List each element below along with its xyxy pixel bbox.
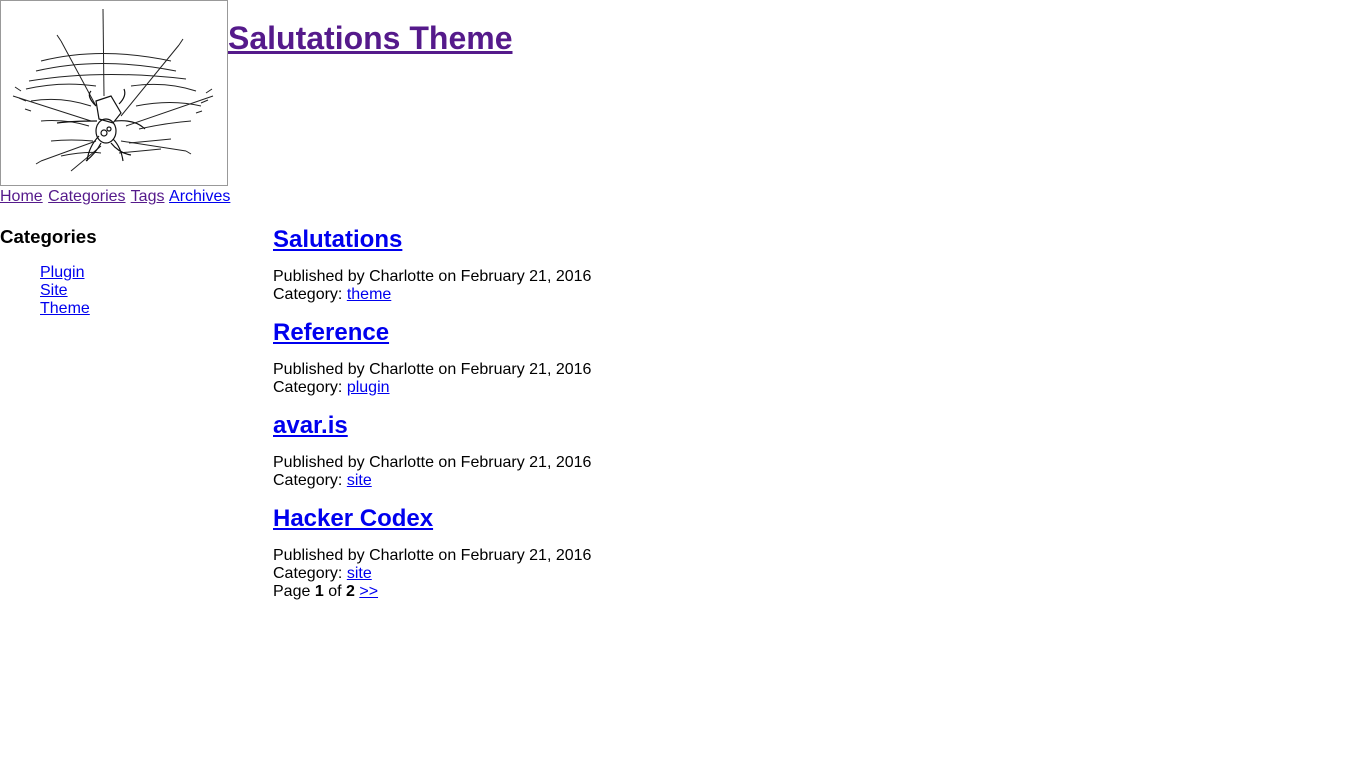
post-category-link[interactable]: site: [347, 565, 372, 582]
category-item: Theme: [40, 300, 230, 318]
category-item: Site: [40, 282, 230, 300]
post-category-link[interactable]: site: [347, 472, 372, 489]
post-meta: Published by Charlotte on February 21, 2…: [273, 361, 592, 378]
post-category: Category: plugin: [273, 379, 973, 397]
post-title: avar.is: [273, 412, 973, 440]
post-title-link[interactable]: Salutations: [273, 226, 402, 253]
post-meta: Published by Charlotte on February 21, 2…: [273, 268, 592, 285]
pager-next-link[interactable]: >>: [359, 583, 378, 600]
pager-of: of: [328, 583, 342, 600]
site-title: Salutations Theme: [228, 20, 513, 57]
post-item: Hacker Codex Published by Charlotte on F…: [273, 505, 973, 583]
post-meta: Published by Charlotte on February 21, 2…: [273, 454, 592, 471]
nav-home[interactable]: Home: [0, 188, 43, 205]
category-link-plugin[interactable]: Plugin: [40, 264, 84, 281]
category-label: Category:: [273, 286, 343, 303]
category-label: Category:: [273, 379, 343, 396]
post-title: Reference: [273, 319, 973, 347]
sidebar-heading: Categories: [0, 226, 97, 247]
category-label: Category:: [273, 565, 343, 582]
pager-total: 2: [345, 583, 355, 600]
post-title-link[interactable]: avar.is: [273, 412, 348, 439]
site-logo[interactable]: [0, 0, 228, 186]
post-list: Salutations Published by Charlotte on Fe…: [273, 226, 973, 601]
main-nav: Home Categories Tags Archives: [0, 187, 231, 207]
post-item: Salutations Published by Charlotte on Fe…: [273, 226, 973, 304]
post-category: Category: theme: [273, 286, 973, 304]
post-category: Category: site: [273, 472, 973, 490]
post-title: Hacker Codex: [273, 505, 973, 533]
pager-current: 1: [314, 583, 324, 600]
category-list: Plugin Site Theme: [0, 264, 230, 318]
pager-prefix: Page: [273, 583, 311, 600]
nav-tags[interactable]: Tags: [131, 188, 165, 205]
post-title: Salutations: [273, 226, 973, 254]
post-item: Reference Published by Charlotte on Febr…: [273, 319, 973, 397]
sidebar: Categories Plugin Site Theme: [0, 226, 230, 318]
category-item: Plugin: [40, 264, 230, 282]
post-category: Category: site: [273, 565, 973, 583]
pagination: Page 1 of 2 >>: [273, 583, 973, 601]
nav-archives[interactable]: Archives: [169, 188, 230, 205]
site-title-link[interactable]: Salutations Theme: [228, 20, 513, 56]
post-meta: Published by Charlotte on February 21, 2…: [273, 547, 592, 564]
post-title-link[interactable]: Reference: [273, 319, 389, 346]
post-category-link[interactable]: theme: [347, 286, 391, 303]
category-link-site[interactable]: Site: [40, 282, 68, 299]
spider-web-icon: [12, 8, 214, 172]
category-link-theme[interactable]: Theme: [40, 300, 90, 317]
post-title-link[interactable]: Hacker Codex: [273, 505, 433, 532]
post-category-link[interactable]: plugin: [347, 379, 390, 396]
post-item: avar.is Published by Charlotte on Februa…: [273, 412, 973, 490]
category-label: Category:: [273, 472, 343, 489]
nav-categories[interactable]: Categories: [48, 188, 125, 205]
